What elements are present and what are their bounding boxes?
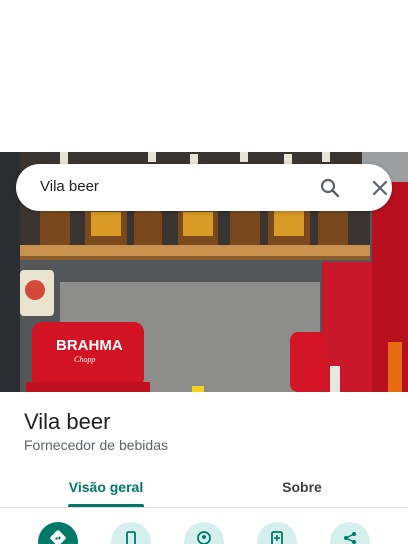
brahma-sign-subtext: Chopp xyxy=(74,355,95,364)
phone-icon xyxy=(126,531,136,544)
search-icon[interactable] xyxy=(318,176,342,200)
brahma-sign-text: BRAHMA xyxy=(56,337,123,354)
location-pin-icon xyxy=(197,531,211,544)
tab-about[interactable]: Sobre xyxy=(244,466,360,508)
share-icon xyxy=(344,532,356,544)
save-icon xyxy=(271,531,283,544)
place-category: Fornecedor de bebidas xyxy=(24,437,168,453)
tab-overview[interactable]: Visão geral xyxy=(48,466,164,508)
active-tab-indicator xyxy=(68,504,144,507)
search-input[interactable]: Vila beer xyxy=(40,178,99,195)
search-bar[interactable]: Vila beer xyxy=(16,164,392,211)
directions-icon xyxy=(50,530,66,544)
place-title: Vila beer xyxy=(24,409,111,434)
call-button[interactable] xyxy=(111,522,151,544)
map-area-blank xyxy=(0,0,408,152)
close-icon[interactable] xyxy=(368,176,392,200)
share-button[interactable] xyxy=(330,522,370,544)
location-button[interactable] xyxy=(184,522,224,544)
directions-button[interactable] xyxy=(38,522,78,544)
save-button[interactable] xyxy=(257,522,297,544)
tab-bar: Visão geral Sobre xyxy=(0,466,408,508)
